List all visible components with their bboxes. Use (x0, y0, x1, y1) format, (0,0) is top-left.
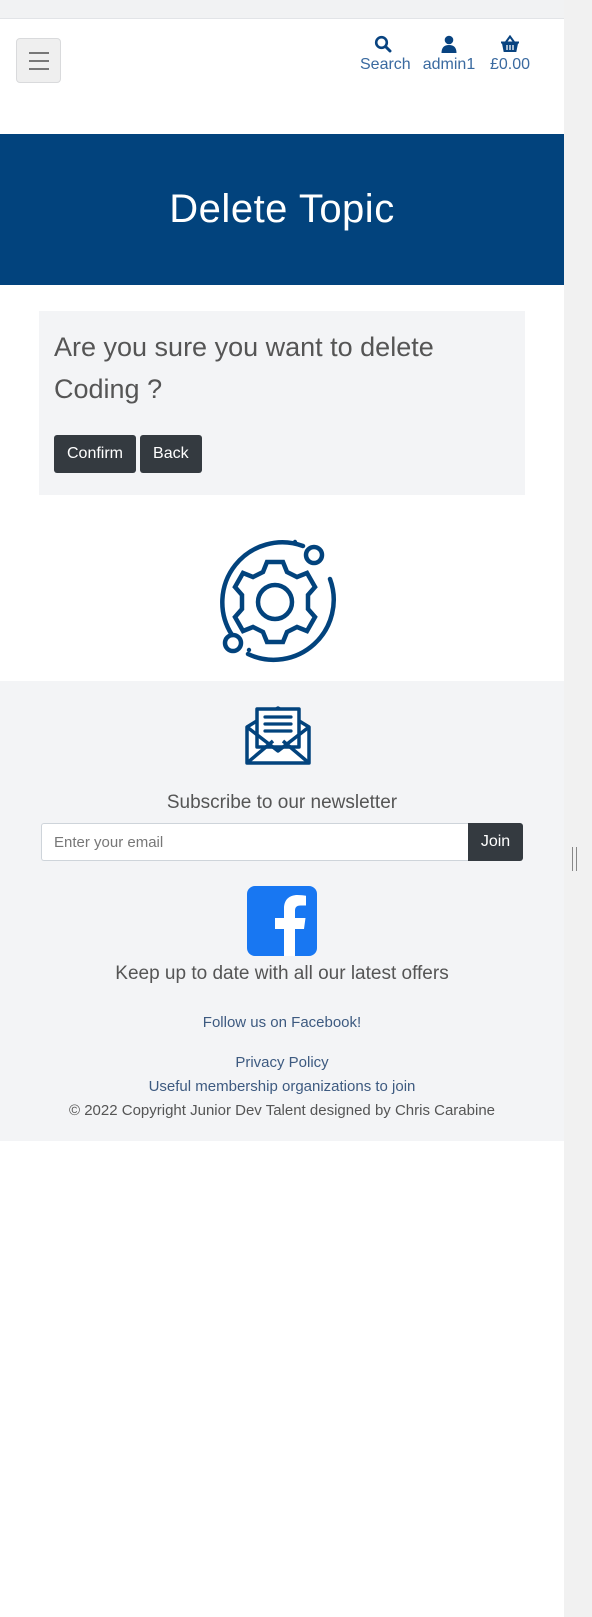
offers-text: Keep up to date with all our latest offe… (115, 963, 449, 984)
user-icon (422, 31, 476, 53)
nav-basket-label: £0.00 (489, 56, 531, 73)
nav-account-label: admin1 (422, 56, 476, 73)
copyright-text: © 2022 Copyright Junior Dev Talent desig… (68, 1102, 495, 1119)
scrollbar-grip[interactable] (572, 847, 577, 871)
nav-basket-link[interactable]: £0.00 (489, 31, 531, 74)
nav-account-link[interactable]: admin1 (422, 31, 476, 74)
nav-search-link[interactable]: Search (360, 31, 411, 74)
envelope-icon (245, 705, 311, 770)
facebook-icon[interactable] (247, 886, 317, 956)
scrollbar[interactable] (564, 0, 592, 1617)
search-icon (360, 31, 406, 53)
membership-organizations-link[interactable]: Useful membership organizations to join (0, 1078, 564, 1095)
back-button[interactable]: Back (140, 435, 202, 473)
facebook-link[interactable]: Follow us on Facebook! (0, 1014, 564, 1031)
page: Search admin1 £0.00 Delete Topic Are you… (0, 18, 564, 1617)
action-buttons: Confirm Back (54, 435, 202, 473)
navbar: Search admin1 £0.00 (0, 19, 564, 134)
email-input[interactable] (41, 823, 468, 861)
join-button[interactable]: Join (468, 823, 523, 861)
newsletter-heading: Subscribe to our newsletter (166, 792, 398, 813)
basket-icon (489, 31, 531, 53)
menu-toggle-button[interactable] (16, 38, 61, 83)
gear-icon (210, 532, 350, 672)
page-header: Delete Topic (0, 134, 564, 285)
delete-confirm-panel: Are you sure you want to delete Coding ?… (39, 311, 525, 495)
hamburger-icon (28, 51, 49, 54)
confirm-button[interactable]: Confirm (54, 435, 137, 473)
footer: Subscribe to our newsletter Join Keep up… (0, 681, 564, 1141)
privacy-policy-link[interactable]: Privacy Policy (0, 1054, 564, 1071)
page-title: Delete Topic (169, 187, 395, 231)
delete-question: Are you sure you want to delete Coding ? (54, 332, 434, 404)
nav-search-label: Search (360, 56, 411, 73)
newsletter-form: Join (41, 823, 523, 861)
